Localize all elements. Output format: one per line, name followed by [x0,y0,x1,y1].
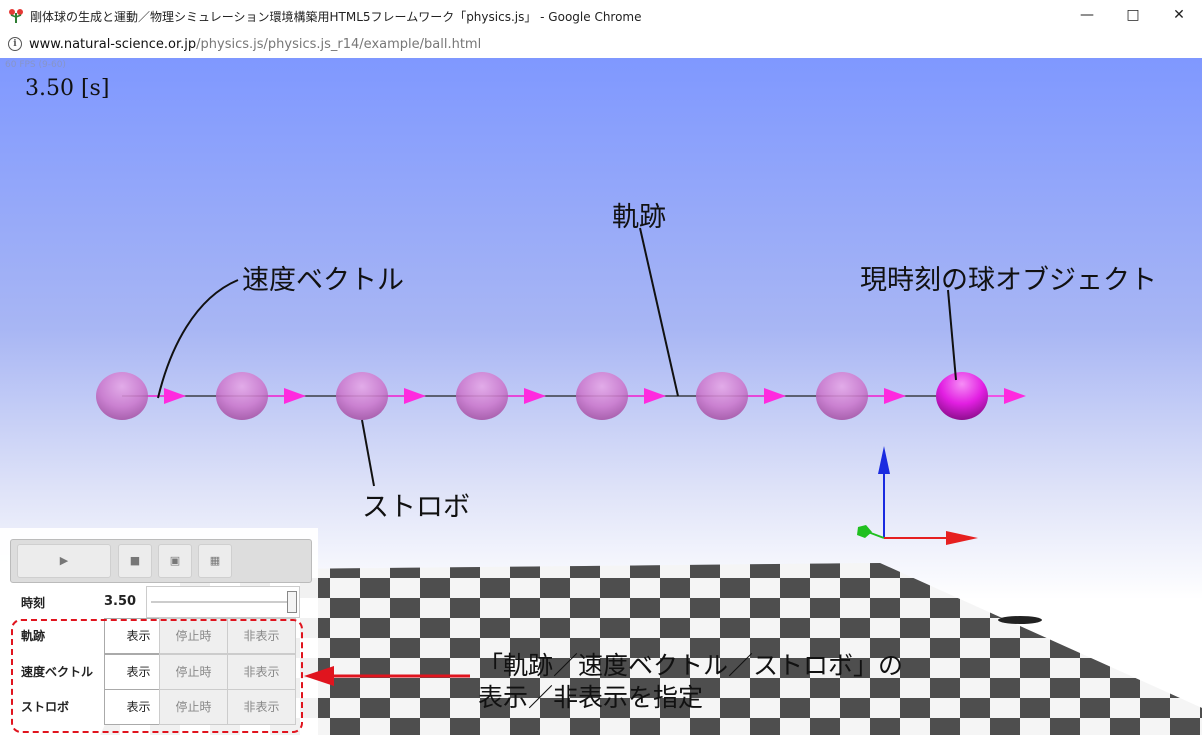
maximize-icon: □ [1126,7,1140,23]
axes-helper [857,446,978,545]
time-slider[interactable] [146,586,300,618]
strobe-ball [576,372,628,420]
strobe-leader [361,419,375,487]
velocity-vector-arrowhead [1004,388,1026,404]
annotation-line-1: 「軌跡／速度ベクトル／ストロボ」の [478,651,904,680]
minimize-button[interactable]: — [1064,0,1110,31]
strobe-ball [456,372,508,420]
strobe-ball [696,372,748,420]
url[interactable]: www.natural-science.or.jp/physics.js/phy… [29,37,481,52]
x-axis-arrowhead [946,531,978,545]
velocity-vector-arrowhead [284,388,306,404]
label-current-ball: 現時刻の球オブジェクト [860,265,1157,296]
velocity-vector-arrowhead [404,388,426,404]
current-ball-leader [947,289,957,381]
grid-icon: ▦ [209,554,221,567]
title-bar: 剛体球の生成と運動／物理シミュレーション環境構築用HTML5フレームワーク「ph… [0,0,1202,32]
velocity-vector-arrowhead [524,388,546,404]
time-label: 時刻 [21,596,46,610]
strobe-ball [816,372,868,420]
velocity-vector-arrowhead [764,388,786,404]
time-display: 3.50 [s] [25,76,110,101]
url-host: www.natural-science.or.jp [29,37,197,52]
image-icon: ▣ [169,554,181,567]
z-axis-arrowhead [878,446,890,474]
time-value: 3.50 [104,594,137,609]
close-button[interactable]: ✕ [1156,0,1202,31]
app-logo-icon [9,9,23,23]
annotation-line-2: 表示／非表示を指定 [478,683,704,712]
image-button[interactable]: ▣ [158,544,192,578]
playback-toolbar: ▶ ■ ▣ ▦ [10,539,312,583]
stop-icon: ■ [129,554,141,567]
strobe-ball [336,372,388,420]
velocity-vector-arrowhead [164,388,186,404]
velocity-vector-arrowhead [644,388,666,404]
maximize-button[interactable]: □ [1110,0,1156,31]
url-path: /physics.js/physics.js_r14/example/ball.… [196,37,482,52]
y-axis-arrowhead [857,525,872,538]
minimize-icon: — [1080,7,1094,23]
address-bar[interactable]: i www.natural-science.or.jp/physics.js/p… [0,31,1202,59]
velocity-vector-arrowhead [884,388,906,404]
strobe-ball [96,372,148,420]
grid-button[interactable]: ▦ [198,544,232,578]
current-ball [936,372,988,420]
label-velocity-vector: 速度ベクトル [242,265,404,296]
fps-counter: 60 FPS (9-60) [5,60,66,70]
label-trajectory: 軌跡 [612,202,666,233]
info-icon[interactable]: i [8,37,22,51]
label-strobe: ストロボ [362,492,470,523]
close-icon: ✕ [1173,7,1185,23]
play-button[interactable]: ▶ [17,544,111,578]
shadow [998,616,1042,624]
stop-button[interactable]: ■ [118,544,152,578]
annotation-highlight-box [11,619,303,733]
slider-thumb[interactable] [287,591,297,613]
strobe-ball [216,372,268,420]
play-icon: ▶ [59,554,69,567]
window-title: 剛体球の生成と運動／物理シミュレーション環境構築用HTML5フレームワーク「ph… [30,10,642,24]
trajectory-leader [639,227,679,397]
slider-track [151,601,293,603]
